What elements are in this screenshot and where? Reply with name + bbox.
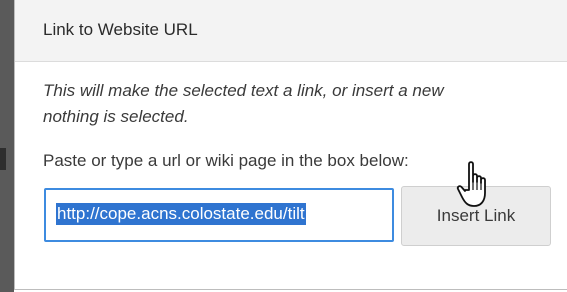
page-backdrop: [0, 0, 14, 292]
help-text: This will make the selected text a link,…: [43, 78, 567, 130]
link-dialog: Link to Website URL This will make the s…: [14, 0, 567, 290]
help-text-line-1: This will make the selected text a link,…: [43, 81, 444, 100]
dialog-header: Link to Website URL: [15, 0, 567, 62]
help-text-line-2: nothing is selected.: [43, 107, 189, 126]
url-input-value: http://cope.acns.colostate.edu/tilt: [56, 203, 306, 225]
dialog-title: Link to Website URL: [43, 20, 198, 39]
url-instruction: Paste or type a url or wiki page in the …: [43, 151, 409, 170]
page: Link to Website URL This will make the s…: [0, 0, 567, 292]
hand-pointer-cursor-icon: [456, 161, 486, 207]
backdrop-notch: [0, 148, 6, 170]
url-input[interactable]: http://cope.acns.colostate.edu/tilt: [44, 188, 394, 242]
